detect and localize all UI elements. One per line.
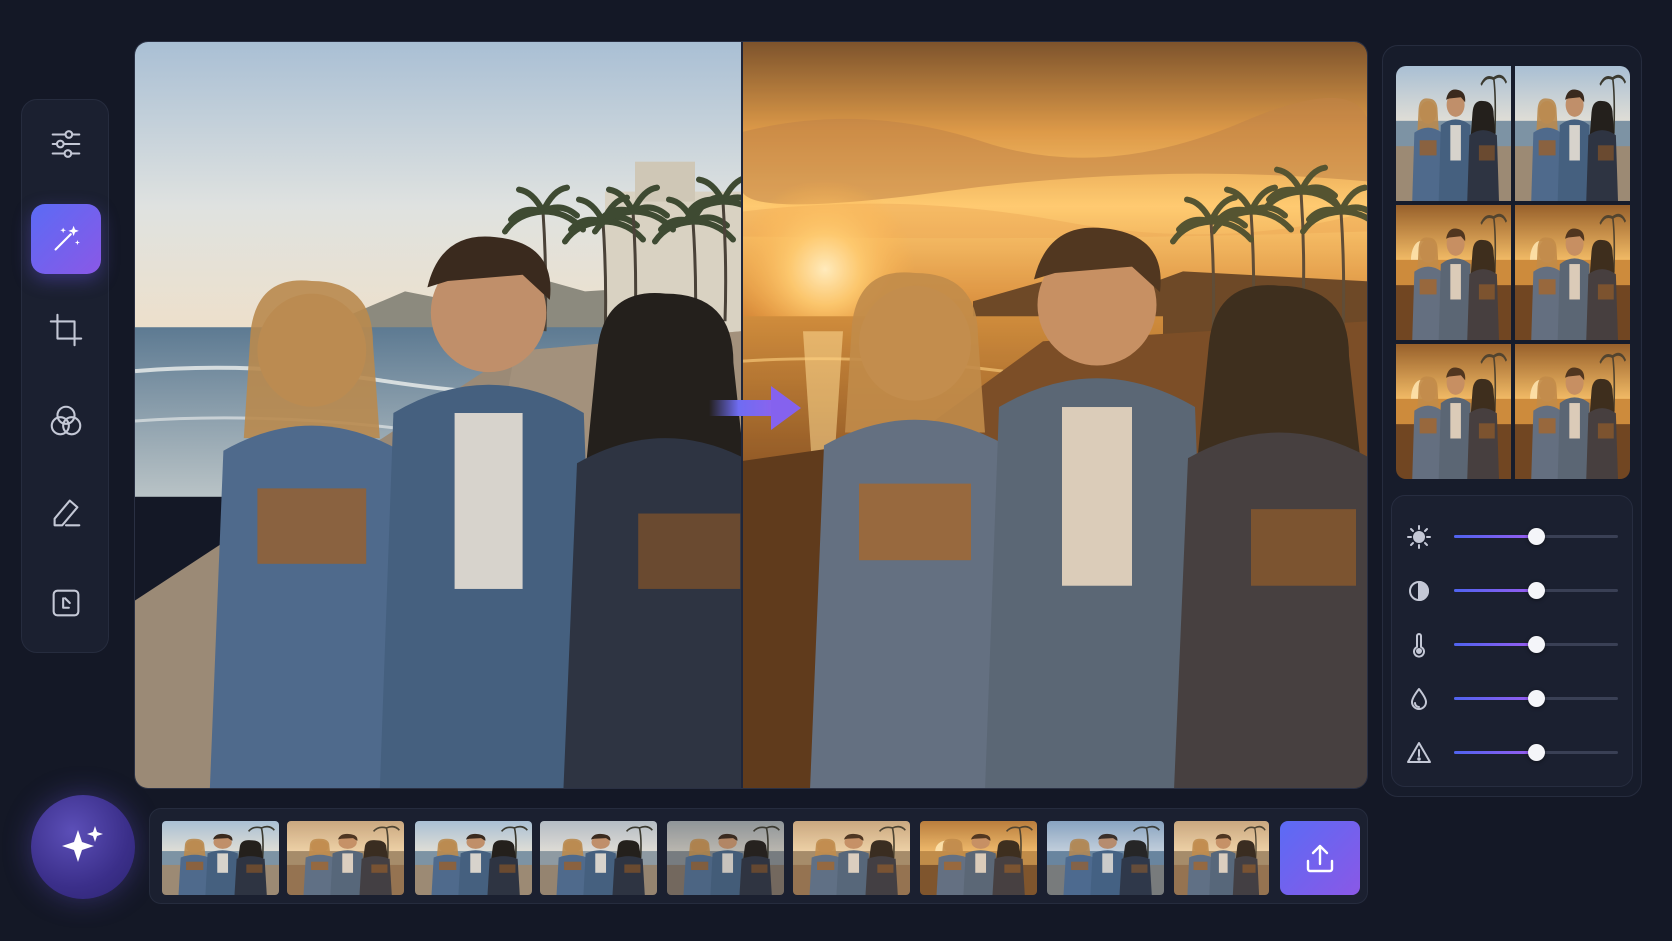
- filmstrip-thumbnail[interactable]: [667, 821, 784, 895]
- temperature-row: [1392, 624, 1634, 664]
- contrast-slider[interactable]: [1454, 582, 1618, 599]
- contrast-icon: [1406, 578, 1432, 604]
- preset-image: [1396, 205, 1511, 340]
- brightness-slider[interactable]: [1454, 528, 1618, 545]
- export-button[interactable]: [1280, 821, 1360, 895]
- sparkles-icon: [62, 826, 103, 862]
- tool-rail: [21, 99, 109, 653]
- crop-tool[interactable]: [31, 295, 101, 365]
- filmstrip-thumbnail[interactable]: [287, 821, 404, 895]
- preset-image: [1396, 66, 1511, 201]
- sliders-icon: [51, 130, 81, 158]
- preset-grid: [1396, 66, 1630, 479]
- sharpness-slider[interactable]: [1454, 744, 1618, 761]
- thermometer-icon: [1406, 632, 1432, 658]
- sharpness-slider-handle[interactable]: [1528, 744, 1545, 761]
- saturation-slider-handle[interactable]: [1528, 690, 1545, 707]
- contrast-row: [1392, 570, 1634, 610]
- arrow-right-icon: [709, 386, 801, 430]
- adjustments-tool[interactable]: [31, 109, 101, 179]
- filmstrip-thumbnail[interactable]: [793, 821, 910, 895]
- preset-thumbnail[interactable]: [1396, 344, 1511, 479]
- filmstrip-thumbnail[interactable]: [1047, 821, 1164, 895]
- preset-thumbnail[interactable]: [1515, 205, 1630, 340]
- temperature-slider-handle[interactable]: [1528, 636, 1545, 653]
- saturation-row: [1392, 678, 1634, 718]
- filmstrip-image: [1047, 821, 1164, 895]
- color-circles-icon: [50, 405, 82, 436]
- contrast-slider-handle[interactable]: [1528, 582, 1545, 599]
- adjustments-card: [1391, 495, 1633, 787]
- temperature-slider[interactable]: [1454, 636, 1618, 653]
- after-photo: [743, 42, 1367, 788]
- eraser-icon: [53, 499, 81, 527]
- filmstrip-image: [920, 821, 1037, 895]
- filmstrip-image: [162, 821, 279, 895]
- ai-magic-button[interactable]: [31, 795, 135, 899]
- warning-triangle-icon: [1406, 740, 1432, 766]
- preset-thumbnail[interactable]: [1515, 344, 1630, 479]
- filmstrip-thumbnail[interactable]: [415, 821, 532, 895]
- brightness-row: [1392, 516, 1634, 556]
- preset-image: [1515, 205, 1630, 340]
- brightness-slider-handle[interactable]: [1528, 528, 1545, 545]
- sharpness-row: [1392, 732, 1634, 772]
- preset-image: [1396, 344, 1511, 479]
- filmstrip-image: [287, 821, 404, 895]
- retouch-tool[interactable]: [31, 477, 101, 547]
- filmstrip: [149, 808, 1368, 904]
- crop-icon: [49, 313, 83, 347]
- preset-image: [1515, 344, 1630, 479]
- upload-icon: [1306, 844, 1334, 873]
- filmstrip-image: [793, 821, 910, 895]
- preset-thumbnail[interactable]: [1515, 66, 1630, 201]
- ai-enhance-tool[interactable]: [31, 204, 101, 274]
- droplet-icon: [1406, 686, 1432, 712]
- saturation-slider[interactable]: [1454, 690, 1618, 707]
- filmstrip-thumbnail[interactable]: [540, 821, 657, 895]
- filmstrip-thumbnail[interactable]: [162, 821, 279, 895]
- preset-thumbnail[interactable]: [1396, 205, 1511, 340]
- sun-icon: [1406, 524, 1432, 550]
- photo-compare-canvas[interactable]: [134, 41, 1368, 789]
- frame-icon: [52, 589, 80, 617]
- filmstrip-image: [1174, 821, 1269, 895]
- filmstrip-image: [415, 821, 532, 895]
- filmstrip-thumbnail[interactable]: [1174, 821, 1269, 895]
- frame-tool[interactable]: [31, 568, 101, 638]
- preset-thumbnail[interactable]: [1396, 66, 1511, 201]
- filmstrip-thumbnail[interactable]: [920, 821, 1037, 895]
- color-mix-tool[interactable]: [31, 386, 101, 456]
- preset-image: [1515, 66, 1630, 201]
- filmstrip-image: [667, 821, 784, 895]
- filmstrip-image: [540, 821, 657, 895]
- before-photo: [135, 42, 741, 788]
- magic-wand-icon: [54, 225, 80, 251]
